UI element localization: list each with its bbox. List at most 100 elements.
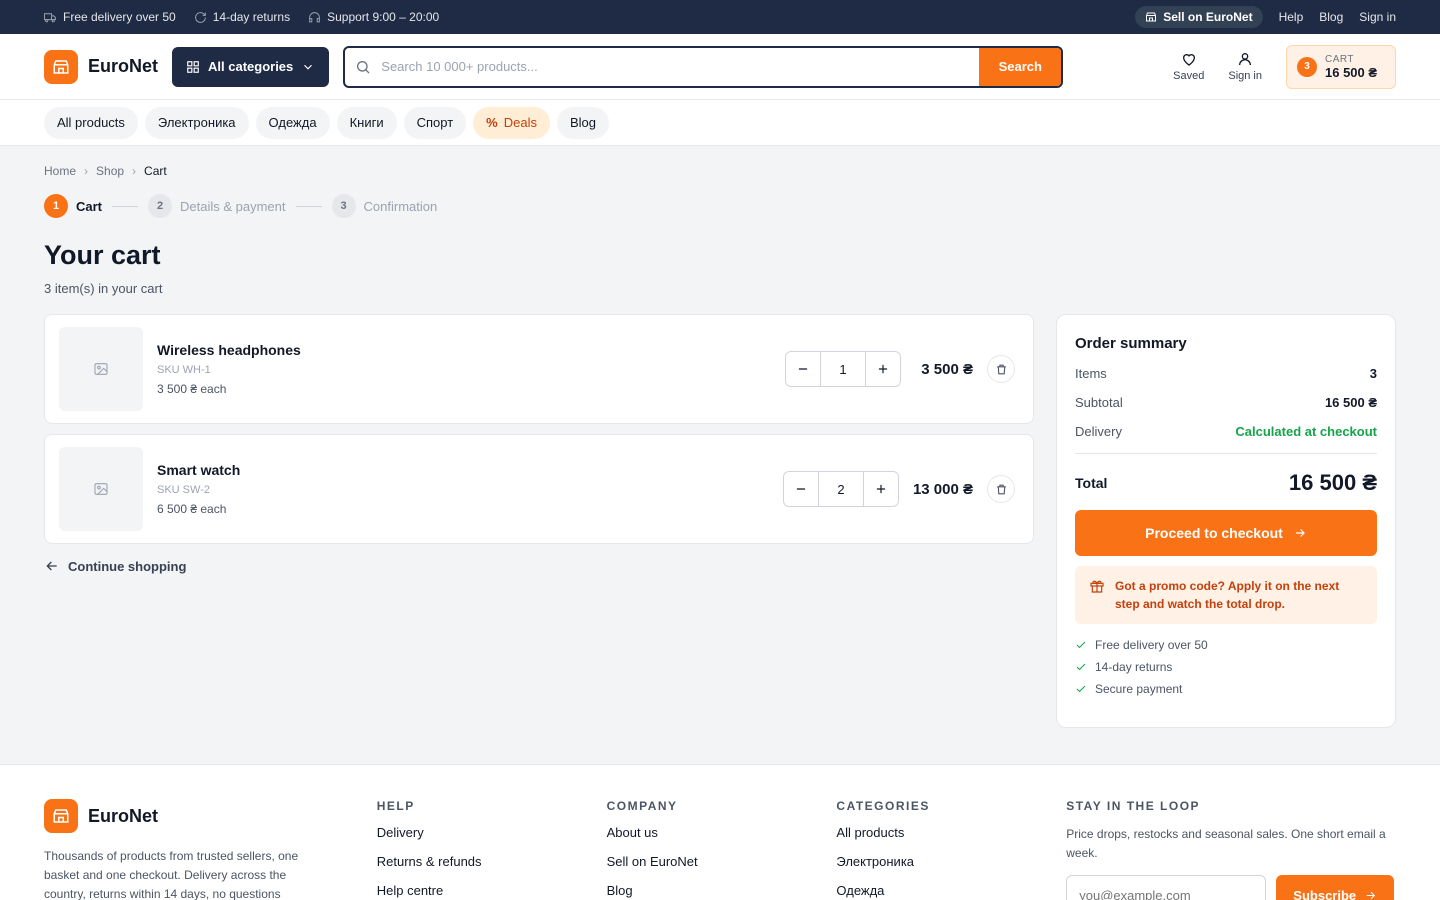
item-count-text: 3 item(s) in your cart xyxy=(44,281,163,296)
category-deals[interactable]: % Deals xyxy=(473,106,550,139)
step-number: 2 xyxy=(148,194,173,218)
page-title: Your cart xyxy=(44,240,161,270)
quantity-stepper: 2 xyxy=(782,471,899,507)
footer-link-about[interactable]: About us xyxy=(607,825,837,842)
signin-link[interactable]: Sign in xyxy=(1359,10,1396,24)
cart-total: 16 500 ₴ xyxy=(1325,64,1378,80)
subscribe-button[interactable]: Subscribe xyxy=(1276,875,1395,900)
breadcrumb-home[interactable]: Home xyxy=(44,164,76,178)
blog-link[interactable]: Blog xyxy=(1319,10,1343,24)
quantity-stepper: 1 xyxy=(785,351,901,387)
trash-icon xyxy=(995,363,1008,376)
category-all-products[interactable]: All products xyxy=(44,106,138,139)
search-icon xyxy=(345,59,381,75)
perk-text: Secure payment xyxy=(1095,682,1183,696)
decrease-quantity-button[interactable] xyxy=(784,472,818,506)
increase-quantity-button[interactable] xyxy=(864,472,898,506)
footer-link-delivery[interactable]: Delivery xyxy=(377,825,607,842)
category-electronics[interactable]: Электроника xyxy=(144,106,249,139)
perk-text: 14-day returns xyxy=(1095,660,1173,674)
perk-item: Secure payment xyxy=(1075,682,1377,696)
product-sku: SKU SW-2 xyxy=(157,484,210,496)
account-button[interactable]: Sign in xyxy=(1228,51,1262,82)
store-icon xyxy=(1145,11,1157,23)
sell-on-euronet-button[interactable]: Sell on EuroNet xyxy=(1135,6,1263,28)
saved-button[interactable]: Saved xyxy=(1173,51,1204,82)
footer-about-text: Thousands of products from trusted selle… xyxy=(44,849,299,900)
heart-icon xyxy=(1181,51,1197,67)
summary-total-value: 16 500 ₴ xyxy=(1288,470,1377,495)
step-cart: 1 Cart xyxy=(44,194,102,218)
category-clothing[interactable]: Одежда xyxy=(255,106,330,139)
newsletter-email-input[interactable] xyxy=(1066,875,1267,900)
step-confirmation: 3 Confirmation xyxy=(331,194,438,218)
remove-item-button[interactable] xyxy=(987,475,1015,503)
promo-text: Got a promo code? Apply it on the next s… xyxy=(1115,579,1340,611)
help-link[interactable]: Help xyxy=(1279,10,1304,24)
all-categories-button[interactable]: All categories xyxy=(172,46,330,87)
returns-text: 14-day returns xyxy=(212,10,291,24)
refresh-icon xyxy=(194,11,207,24)
breadcrumb-shop[interactable]: Shop xyxy=(96,164,124,178)
footer-link-all-products[interactable]: All products xyxy=(836,825,1066,842)
deals-label: Deals xyxy=(503,115,537,130)
footer-logo[interactable]: EuroNet xyxy=(44,799,377,833)
plus-icon xyxy=(876,362,890,376)
newsletter: STAY IN THE LOOP Price drops, restocks a… xyxy=(1066,799,1396,900)
order-summary: Order summary Items 3 Subtotal 16 500 ₴ … xyxy=(1056,314,1396,728)
headset-icon xyxy=(308,11,321,24)
footer-link-clothing[interactable]: Одежда xyxy=(836,883,1066,900)
cart-button[interactable]: 3 CART 16 500 ₴ xyxy=(1286,44,1396,89)
product-name[interactable]: Wireless headphones xyxy=(157,342,785,358)
product-name[interactable]: Smart watch xyxy=(157,462,783,478)
continue-shopping-link[interactable]: Continue shopping xyxy=(44,558,1034,574)
remove-item-button[interactable] xyxy=(987,355,1015,383)
summary-delivery-value: Calculated at checkout xyxy=(1235,424,1377,439)
arrow-right-icon xyxy=(1293,526,1307,540)
footer-link-help-centre[interactable]: Help centre xyxy=(377,883,607,900)
line-total: 3 500 ₴ xyxy=(921,360,973,378)
perk-text: Free delivery over 50 xyxy=(1095,638,1208,652)
category-blog[interactable]: Blog xyxy=(556,106,609,139)
search-input[interactable] xyxy=(381,59,980,74)
arrow-right-icon xyxy=(1364,889,1377,900)
product-image-placeholder[interactable] xyxy=(59,447,143,531)
breadcrumb-current: Cart xyxy=(144,164,167,178)
logo[interactable]: EuroNet xyxy=(44,49,158,84)
proceed-to-checkout-button[interactable]: Proceed to checkout xyxy=(1075,510,1377,556)
summary-subtotal-label: Subtotal xyxy=(1075,395,1123,410)
category-books[interactable]: Книги xyxy=(336,106,397,139)
footer-company-column: COMPANY About us Sell on EuroNet Blog xyxy=(607,799,837,900)
support-info: Support 9:00 – 20:00 xyxy=(308,10,439,24)
summary-title: Order summary xyxy=(1075,335,1187,352)
perks-list: Free delivery over 50 14-day returns Sec… xyxy=(1075,638,1377,696)
main-content: Home › Shop › Cart 1 Cart 2 Details & pa… xyxy=(0,146,1440,764)
decrease-quantity-button[interactable] xyxy=(786,352,820,386)
search-button[interactable]: Search xyxy=(979,47,1062,86)
check-icon xyxy=(1075,661,1087,673)
footer-company-title: COMPANY xyxy=(606,799,678,813)
truck-icon xyxy=(44,11,57,24)
category-sport[interactable]: Спорт xyxy=(403,106,467,139)
plus-icon xyxy=(874,482,888,496)
step-label: Confirmation xyxy=(363,198,438,214)
quantity-value[interactable]: 2 xyxy=(817,472,864,506)
quantity-value[interactable]: 1 xyxy=(820,352,866,386)
sell-label: Sell on EuroNet xyxy=(1163,10,1253,24)
footer-link-sell[interactable]: Sell on EuroNet xyxy=(607,854,837,871)
product-image-placeholder[interactable] xyxy=(59,327,143,411)
summary-subtotal-value: 16 500 ₴ xyxy=(1324,395,1377,410)
summary-subtotal-row: Subtotal 16 500 ₴ xyxy=(1075,395,1377,410)
percent-icon: % xyxy=(486,115,498,130)
step-divider xyxy=(295,205,322,207)
footer-link-returns[interactable]: Returns & refunds xyxy=(377,854,607,871)
delivery-text: Free delivery over 50 xyxy=(63,10,176,24)
image-icon xyxy=(93,481,109,497)
increase-quantity-button[interactable] xyxy=(866,352,900,386)
footer-link-electronics[interactable]: Электроника xyxy=(836,854,1066,871)
gift-icon xyxy=(1089,577,1105,613)
chevron-right-icon: › xyxy=(84,164,89,178)
account-label: Sign in xyxy=(1228,70,1262,82)
footer-link-blog[interactable]: Blog xyxy=(607,883,837,900)
step-divider xyxy=(112,205,139,207)
